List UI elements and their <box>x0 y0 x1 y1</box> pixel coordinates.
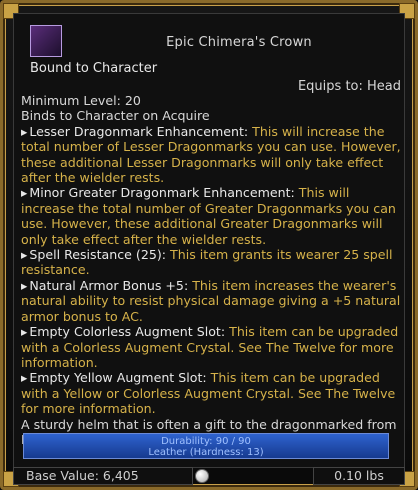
bullet-icon: ▸ <box>21 370 28 386</box>
tooltip-frame: Epic Chimera's Crown Bound to Character … <box>0 0 418 490</box>
base-value: Base Value: 6,405 <box>13 467 193 485</box>
bound-status: Bound to Character <box>30 61 158 76</box>
minimum-level: Minimum Level: 20 <box>21 93 141 108</box>
effect-entry: ▸ Lesser Dragonmark Enhancement: This wil… <box>21 124 401 186</box>
effect-entry: ▸ Empty Yellow Augment Slot: This item ca… <box>21 370 401 416</box>
effect-entry: ▸ Minor Greater Dragonmark Enhancement: T… <box>21 185 401 247</box>
durability-label: Durability: 90 / 90 <box>161 436 251 447</box>
effect-name: Empty Colorless Augment Slot: <box>29 324 226 340</box>
effect-name: Empty Yellow Augment Slot: <box>29 370 207 386</box>
effect-name: Spell Resistance (25): <box>29 247 167 263</box>
item-name: Epic Chimera's Crown <box>166 35 312 50</box>
bullet-icon: ▸ <box>21 247 28 263</box>
effect-entry: ▸ Natural Armor Bonus +5: This item incre… <box>21 278 401 324</box>
equip-slot: Equips to: Head <box>297 79 401 94</box>
effect-entry: ▸ Empty Colorless Augment Slot: This item… <box>21 324 401 370</box>
effect-name: Natural Armor Bonus +5: <box>29 277 189 293</box>
bullet-icon: ▸ <box>21 324 28 340</box>
tooltip-footer: Base Value: 6,405 0.10 lbs <box>13 467 405 485</box>
item-weight: 0.10 lbs <box>313 467 405 485</box>
bullet-icon: ▸ <box>21 277 28 293</box>
binding-rule: Binds to Character on Acquire <box>21 108 210 124</box>
material-label: Leather (Hardness: 13) <box>148 447 264 458</box>
effect-name: Lesser Dragonmark Enhancement: <box>29 123 249 139</box>
effect-entry: ▸ Spell Resistance (25): This item grants… <box>21 247 401 278</box>
coin-icon <box>195 469 209 483</box>
item-description: Minimum Level: 20 Binds to Character on … <box>21 93 401 447</box>
effect-name: Minor Greater Dragonmark Enhancement: <box>29 185 295 201</box>
durability-bar: Durability: 90 / 90 Leather (Hardness: 1… <box>23 433 389 459</box>
bullet-icon: ▸ <box>21 185 28 201</box>
bullet-icon: ▸ <box>21 123 28 139</box>
chimera-crown-icon <box>30 25 62 57</box>
